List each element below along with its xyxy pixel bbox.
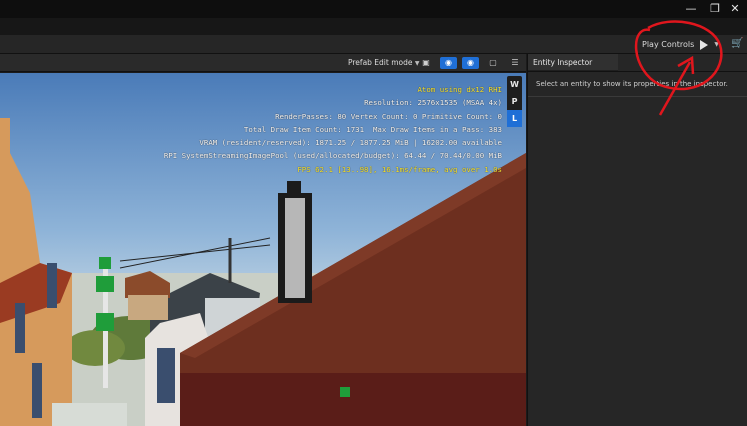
- cart-icon[interactable]: 🛒: [731, 38, 743, 50]
- camera-icon[interactable]: ▣: [418, 57, 434, 69]
- restore-icon[interactable]: ❐: [708, 2, 722, 15]
- render-stats-overlay: Atom using dx12 RHI Resolution: 2576x1535…: [164, 83, 502, 176]
- play-controls-label: Play Controls: [642, 40, 695, 49]
- render-stats-line: RenderPasses: 80 Vertex Count: 0 Primiti…: [275, 111, 502, 121]
- close-icon[interactable]: ✕: [728, 2, 742, 15]
- display-icon[interactable]: ◉: [462, 57, 479, 69]
- render-stats-line: RPI SystemStreamingImagePool (used/alloc…: [163, 151, 502, 161]
- layout-icon[interactable]: ▢: [485, 57, 501, 69]
- minimize-icon[interactable]: —: [684, 2, 698, 15]
- viewport[interactable]: Atom using dx12 RHI Resolution: 2576x1535…: [0, 73, 526, 426]
- render-stats-line: FPS 62.1 [13..98], 16.1ms/frame, avg ove…: [297, 164, 502, 174]
- render-stats-line: Atom using dx12 RHI: [417, 85, 502, 94]
- parent-space-button[interactable]: P: [507, 93, 522, 110]
- render-stats-line: Total Draw Item Count: 1731 Max Draw Ite…: [243, 124, 502, 134]
- local-space-button[interactable]: L: [507, 110, 522, 127]
- tab-entity-inspector[interactable]: Entity Inspector: [528, 54, 618, 71]
- title-bar: — ❐ ✕: [0, 0, 747, 18]
- inspector-empty-message: Select an entity to show its properties …: [536, 80, 728, 88]
- play-controls[interactable]: Play Controls ▼: [642, 37, 719, 52]
- divider: [528, 96, 747, 97]
- play-icon[interactable]: [700, 39, 709, 50]
- tab-divider: [528, 71, 747, 72]
- transform-space-selector: W P L: [507, 76, 522, 127]
- render-stats-line: VRAM (resident/reserved): 1871.25 / 1877…: [199, 138, 502, 148]
- world-space-button[interactable]: W: [507, 76, 522, 93]
- chevron-down-icon[interactable]: ▼: [714, 41, 719, 48]
- prefab-edit-mode-label: Prefab Edit mode: [348, 58, 413, 67]
- menu-icon[interactable]: ☰: [508, 57, 522, 69]
- main-toolbar: [0, 35, 747, 54]
- gizmo-icon[interactable]: ◉: [440, 57, 457, 69]
- prefab-edit-mode-dropdown[interactable]: Prefab Edit mode ▼: [348, 58, 420, 67]
- menu-bar: [0, 18, 747, 35]
- render-stats-line: Resolution: 2576x1535 (MSAA 4x): [364, 98, 502, 108]
- entity-inspector-panel: Entity Inspector Select an entity to sho…: [527, 54, 747, 426]
